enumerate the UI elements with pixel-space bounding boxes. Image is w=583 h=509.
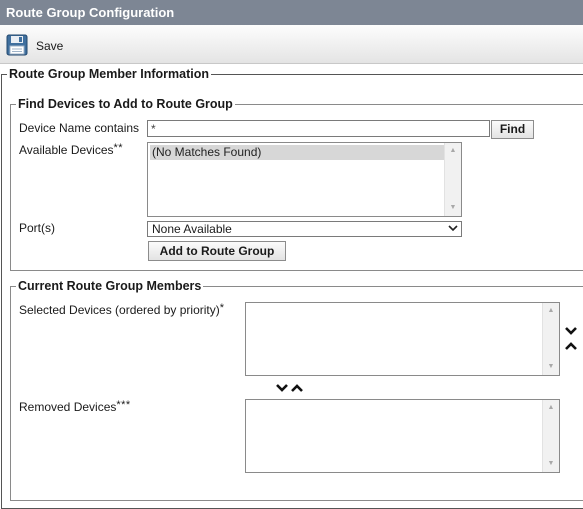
move-to-removed-icon[interactable] (275, 383, 289, 393)
add-to-route-group-button[interactable]: Add to Route Group (148, 241, 286, 261)
scroll-up-arrow-icon[interactable]: ▲ (543, 402, 559, 414)
find-button[interactable]: Find (491, 120, 534, 139)
scroll-up-arrow-icon[interactable]: ▲ (445, 145, 461, 157)
move-down-icon[interactable] (564, 326, 578, 336)
floppy-disk-icon (6, 34, 28, 56)
selected-devices-list[interactable]: ▲ ▼ (245, 302, 560, 376)
removed-devices-marker: *** (116, 399, 131, 411)
available-devices-label: Available Devices** (19, 142, 124, 157)
ports-label: Port(s) (19, 221, 55, 235)
save-button-label: Save (36, 39, 64, 53)
scroll-down-arrow-icon[interactable]: ▼ (543, 458, 559, 470)
current-members-legend: Current Route Group Members (18, 279, 202, 293)
list-item[interactable]: (No Matches Found) (150, 145, 447, 160)
find-devices-legend: Find Devices to Add to Route Group (18, 97, 233, 111)
member-info-legend: Route Group Member Information (9, 67, 209, 81)
scroll-down-arrow-icon[interactable]: ▼ (445, 202, 461, 214)
page-title: Route Group Configuration (6, 5, 175, 20)
removed-devices-label: Removed Devices*** (19, 399, 131, 414)
selected-devices-marker: * (219, 302, 225, 314)
scroll-up-arrow-icon[interactable]: ▲ (543, 305, 559, 317)
selected-devices-label-text: Selected Devices (ordered by priority) (19, 303, 220, 317)
available-devices-marker: ** (113, 142, 124, 154)
scroll-down-arrow-icon[interactable]: ▼ (543, 361, 559, 373)
removed-devices-label-text: Removed Devices (19, 400, 117, 414)
move-to-selected-icon[interactable] (290, 383, 304, 393)
selected-devices-scrollbar[interactable]: ▲ ▼ (542, 303, 559, 375)
available-devices-scrollbar[interactable]: ▲ ▼ (444, 143, 461, 216)
title-bar: Route Group Configuration (0, 0, 583, 25)
ports-select[interactable]: None Available (147, 221, 462, 237)
move-up-icon[interactable] (564, 341, 578, 351)
device-name-label: Device Name contains (19, 121, 140, 135)
toolbar: Save (0, 25, 583, 64)
available-devices-list[interactable]: (No Matches Found) ▲ ▼ (147, 142, 462, 217)
ports-selected-value: None Available (152, 222, 232, 236)
available-devices-label-text: Available Devices (19, 143, 114, 157)
device-name-input[interactable]: * (147, 120, 490, 137)
chevron-down-icon (448, 225, 458, 232)
removed-devices-scrollbar[interactable]: ▲ ▼ (542, 400, 559, 472)
removed-devices-list[interactable]: ▲ ▼ (245, 399, 560, 473)
selected-devices-label: Selected Devices (ordered by priority)* (19, 302, 225, 317)
